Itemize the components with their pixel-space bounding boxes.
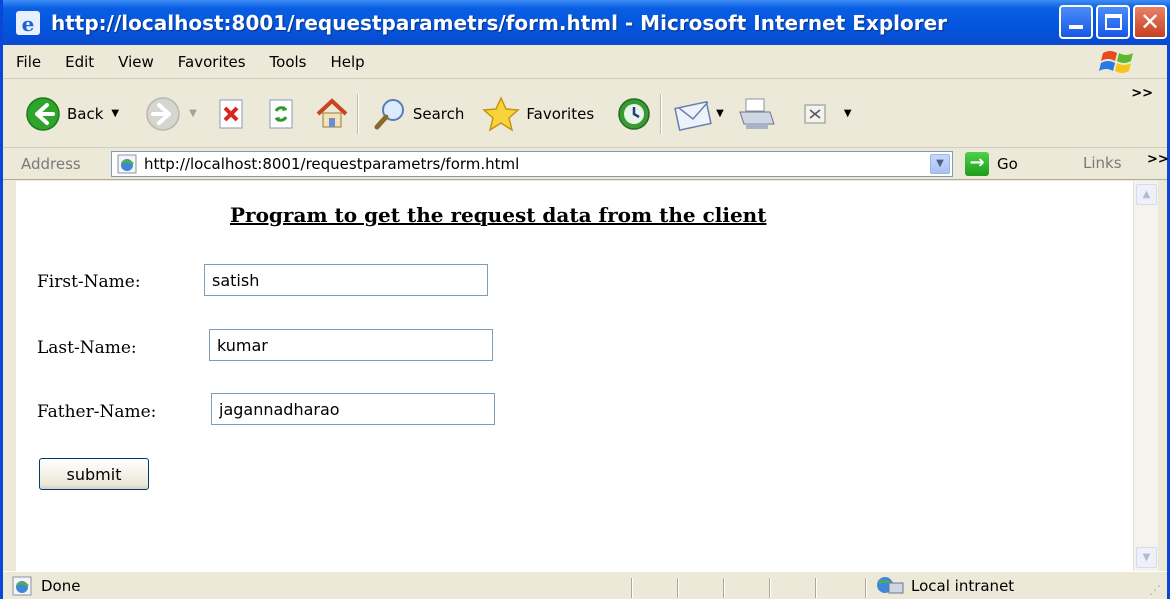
- father-name-input[interactable]: [211, 393, 495, 425]
- status-divider: [769, 578, 771, 598]
- scroll-down-icon[interactable]: ▼: [1136, 547, 1157, 568]
- browser-window: e http://localhost:8001/requestparametrs…: [0, 0, 1170, 599]
- close-button[interactable]: ✕: [1133, 5, 1167, 39]
- page-status-icon: [12, 576, 32, 595]
- edit-page-icon: [804, 104, 826, 123]
- menu-tools[interactable]: Tools: [270, 53, 307, 71]
- toolbar-overflow-chevron[interactable]: >>: [1131, 86, 1153, 101]
- submit-button[interactable]: submit: [39, 458, 149, 490]
- minimize-icon: [1069, 25, 1083, 29]
- search-icon: [374, 98, 404, 129]
- status-bar: Done Local intranet ⋰: [3, 571, 1167, 599]
- print-button[interactable]: [736, 96, 776, 132]
- edit-button[interactable]: ▼: [802, 100, 852, 128]
- go-button[interactable]: → Go: [965, 152, 1018, 176]
- history-clock-icon: [618, 97, 650, 130]
- close-icon: ✕: [1139, 8, 1161, 36]
- mail-envelope-icon: [674, 100, 712, 131]
- status-text: Done: [41, 576, 81, 595]
- menu-file[interactable]: File: [16, 53, 41, 71]
- home-button[interactable]: [315, 97, 349, 131]
- vertical-scrollbar[interactable]: ▲ ▼: [1133, 181, 1158, 571]
- back-label: Back: [67, 104, 104, 123]
- status-divider: [865, 578, 867, 598]
- first-name-label: First-Name:: [37, 272, 141, 292]
- go-arrow-icon: →: [965, 152, 989, 176]
- status-divider: [631, 578, 633, 598]
- page-heading: Program to get the request data from the…: [230, 203, 767, 227]
- resize-grip-icon[interactable]: ⋰: [1149, 583, 1161, 597]
- favorites-button[interactable]: Favorites: [482, 95, 595, 132]
- last-name-input[interactable]: [209, 329, 493, 361]
- forward-arrow-icon: [146, 96, 180, 131]
- minimize-button[interactable]: [1059, 5, 1093, 39]
- status-divider: [677, 578, 679, 598]
- address-label: Address: [21, 154, 81, 173]
- menu-bar: File Edit View Favorites Tools Help: [3, 45, 1167, 79]
- toolbar-separator: [356, 93, 359, 134]
- edit-dropdown-icon[interactable]: ▼: [844, 108, 852, 119]
- first-name-input[interactable]: [204, 264, 488, 296]
- menu-view[interactable]: View: [118, 53, 154, 71]
- scroll-up-icon[interactable]: ▲: [1136, 184, 1157, 205]
- ie-logo-icon: e: [16, 10, 40, 36]
- back-button[interactable]: Back ▼: [25, 96, 119, 132]
- printer-icon: [739, 98, 775, 129]
- refresh-button[interactable]: [265, 98, 297, 130]
- svg-text:e: e: [22, 12, 35, 36]
- history-button[interactable]: [616, 96, 652, 132]
- address-dropdown-icon[interactable]: ▼: [930, 154, 950, 174]
- title-bar[interactable]: e http://localhost:8001/requestparametrs…: [3, 0, 1170, 45]
- menu-favorites[interactable]: Favorites: [178, 53, 246, 71]
- windows-logo-icon: [1099, 51, 1133, 73]
- menu-edit[interactable]: Edit: [65, 53, 94, 71]
- home-icon: [316, 97, 348, 127]
- page-content: Program to get the request data from the…: [16, 181, 1153, 571]
- links-label[interactable]: Links: [1083, 154, 1122, 172]
- stop-button[interactable]: [215, 98, 247, 130]
- last-name-label: Last-Name:: [37, 338, 137, 358]
- maximize-icon: [1105, 14, 1122, 30]
- mail-dropdown-icon[interactable]: ▼: [716, 108, 724, 119]
- links-overflow-chevron[interactable]: >>: [1147, 152, 1169, 167]
- go-label: Go: [997, 155, 1018, 173]
- address-input[interactable]: http://localhost:8001/requestparametrs/f…: [111, 151, 953, 177]
- mail-button[interactable]: ▼: [674, 97, 724, 131]
- address-url: http://localhost:8001/requestparametrs/f…: [144, 155, 520, 173]
- stop-icon: [219, 99, 243, 128]
- standard-toolbar: Back ▼ ▼ Search Favorites ▼ ▼ >>: [3, 80, 1167, 148]
- zone-label: Local intranet: [911, 577, 1015, 595]
- maximize-button[interactable]: [1096, 5, 1130, 39]
- search-button[interactable]: Search: [373, 97, 465, 131]
- father-name-label: Father-Name:: [37, 402, 157, 422]
- window-title: http://localhost:8001/requestparametrs/f…: [51, 10, 948, 35]
- status-divider: [815, 578, 817, 598]
- forward-button[interactable]: ▼: [145, 96, 197, 132]
- menu-help[interactable]: Help: [331, 53, 365, 71]
- search-label: Search: [412, 104, 465, 123]
- favorites-star-icon: [482, 95, 521, 132]
- intranet-zone-icon: [877, 577, 904, 594]
- toolbar-separator: [660, 93, 663, 134]
- back-arrow-icon: [26, 96, 60, 131]
- refresh-icon: [269, 99, 293, 128]
- page-globe-icon: [117, 154, 137, 174]
- forward-dropdown-icon[interactable]: ▼: [189, 108, 197, 119]
- back-dropdown-icon[interactable]: ▼: [111, 108, 119, 119]
- security-zone[interactable]: Local intranet: [875, 575, 1014, 597]
- favorites-label: Favorites: [526, 104, 595, 123]
- status-divider: [723, 578, 725, 598]
- address-bar: Address http://localhost:8001/requestpar…: [3, 148, 1169, 180]
